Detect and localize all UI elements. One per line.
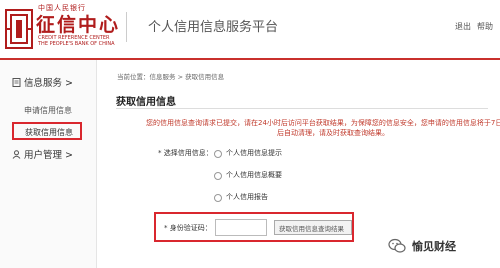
notice-line: 后自动清理，请及时获取查询结果。 [277,129,389,137]
header-divider [126,12,127,42]
id-code-label: * 身份验证码： [164,224,212,232]
get-result-button[interactable]: 获取信用信息查询结果 [274,220,352,235]
option-label: 个人信用信息概要 [226,171,282,179]
sidebar: 信息服务 > 申请信用信息 获取信用信息 用户管理 > [0,60,97,268]
sidebar-group-user-management[interactable]: 用户管理 > [12,147,73,161]
watermark-text: 愉见财经 [412,240,456,253]
page-title: 获取信用信息 [116,97,176,108]
sidebar-group-info-services[interactable]: 信息服务 > [12,75,73,89]
sidebar-item-label: 获取信用信息 [25,128,73,137]
breadcrumb: 当前位置：信息服务 > 获取信用信息 [117,73,225,81]
wechat-icon [388,238,406,253]
sidebar-item-get-credit-info[interactable]: 获取信用信息 [12,122,82,140]
notice-line: 您的信用信息查询请求已提交，请在24小时后访问平台获取结果，为保障您的信息安全，… [146,119,500,127]
notice-text: 您的信用信息查询请求已提交，请在24小时后访问平台获取结果，为保障您的信息安全，… [146,118,500,138]
id-code-input[interactable] [215,219,267,236]
header: 中国人民银行 征信中心 CREDIT REFERENCE CENTER THE … [0,0,500,58]
credit-center-logo-icon [5,9,33,49]
logout-link[interactable]: 退出 [455,21,471,32]
option-label: 个人信用信息提示 [226,149,282,157]
get-result-button-label: 获取信用信息查询结果 [279,225,344,233]
select-credit-info-label: * 选择信用信息： [158,149,213,157]
sidebar-item-apply-credit-info[interactable]: 申请信用信息 [24,105,72,116]
radio-credit-info-summary[interactable] [214,172,222,180]
title-divider [116,108,488,109]
document-icon [12,78,21,87]
sidebar-group-label: 信息服务 > [24,78,74,89]
option-label: 个人信用报告 [226,193,268,201]
radio-credit-report[interactable] [214,194,222,202]
org-english-line2: THE PEOPLE'S BANK OF CHINA [38,41,115,47]
platform-title: 个人信用信息服务平台 [148,20,279,35]
sidebar-group-label: 用户管理 > [24,150,74,161]
help-link[interactable]: 帮助 [477,21,493,32]
user-icon [12,150,21,159]
org-name: 征信中心 [36,14,121,36]
radio-credit-info-tip[interactable] [214,150,222,158]
